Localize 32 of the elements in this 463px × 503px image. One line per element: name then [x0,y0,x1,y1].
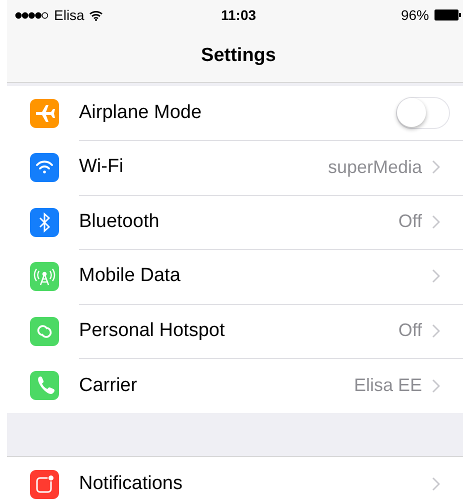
chevron-icon [432,269,440,284]
nav-title: Settings [201,45,276,67]
battery-icon [434,9,462,21]
battery-percentage: 96% [400,7,429,23]
settings-row[interactable]: Carrier Elisa EE [7,358,463,413]
row-label: Personal Hotspot [79,320,226,342]
row-label: Wi-Fi [79,156,124,178]
row-label: Mobile Data [79,265,182,288]
row-label: Airplane Mode [79,102,203,124]
settings-row[interactable]: Wi-Fi superMedia [7,140,463,195]
wifi-icon [89,10,104,20]
chevron-icon [432,477,440,492]
carrier-name: Elisa [54,7,84,23]
row-label: Bluetooth [79,210,160,233]
toggle-switch[interactable] [396,96,450,129]
row-label: Notifications [79,473,184,496]
row-value: superMedia [328,156,422,178]
settings-row[interactable]: Mobile Data [7,250,463,304]
settings-row[interactable]: Bluetooth Off [7,195,463,250]
settings-row[interactable]: Notifications [7,457,463,503]
signal-icon [15,12,49,18]
chevron-icon [432,160,440,174]
settings-row[interactable]: Personal Hotspot Off [7,304,463,358]
row-value: Off [398,320,422,342]
chevron-icon [432,214,440,229]
row-label: Carrier [79,374,138,397]
clock: 11:03 [220,7,256,23]
chevron-icon [432,324,440,338]
row-value: Off [398,211,422,232]
row-value: Elisa EE [354,375,422,396]
settings-row[interactable]: Airplane Mode [7,86,463,140]
chevron-icon [432,378,440,393]
